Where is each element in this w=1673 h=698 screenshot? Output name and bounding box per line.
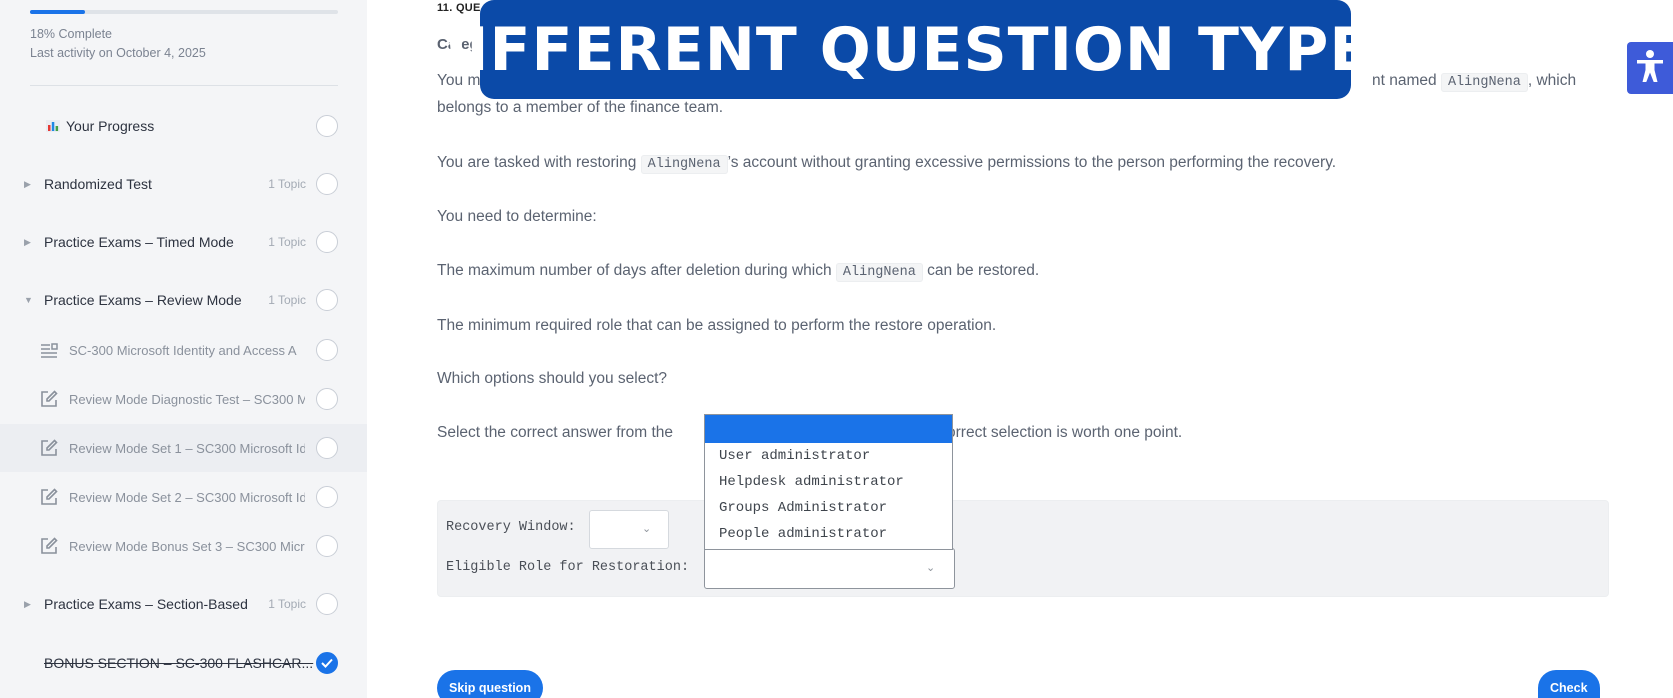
edit-icon	[40, 537, 58, 555]
title-banner: DIFFERENT QUESTION TYPES	[415, 0, 1415, 99]
sidebar-subitem-label: Review Mode Set 2 – SC300 Microsoft Id	[69, 489, 305, 505]
sidebar-section-label: Practice Exams – Section-Based	[44, 596, 248, 612]
sidebar-subitem[interactable]: Review Mode Diagnostic Test – SC300 M	[0, 375, 367, 423]
sidebar-subitem-label: Review Mode Set 1 – SC300 Microsoft Id	[69, 440, 305, 456]
question-paragraph-tail: orrect selection is worth one point.	[947, 424, 1183, 441]
dropdown-option[interactable]: User administrator	[705, 443, 952, 469]
lines-icon	[40, 341, 58, 359]
question-paragraph: The minimum required role that can be as…	[437, 317, 997, 334]
check-icon	[316, 652, 338, 674]
chevron-down-icon: ⌄	[926, 562, 936, 574]
code-inline: AlingNena	[1440, 73, 1528, 92]
question-paragraph: Which options should you select?	[437, 370, 668, 387]
caret-right-icon[interactable]: ▶	[24, 179, 36, 190]
topic-count: 1 Topic	[268, 235, 306, 249]
completion-circle	[316, 115, 338, 137]
sidebar-section-bonus[interactable]: BONUS SECTION – SC-300 FLASHCAR...	[0, 639, 367, 687]
banner-title: DIFFERENT QUESTION TYPES	[415, 14, 1416, 85]
sidebar-section-label: Practice Exams – Review Mode	[44, 292, 242, 308]
last-activity: Last activity on October 4, 2025	[30, 46, 206, 60]
sidebar-section-label: Randomized Test	[44, 176, 152, 192]
sidebar-subitem-label: Review Mode Bonus Set 3 – SC300 Micr	[69, 538, 305, 554]
sidebar-subitem-label: Review Mode Diagnostic Test – SC300 M	[69, 391, 305, 407]
sidebar-section-timed-mode[interactable]: ▶ Practice Exams – Timed Mode 1 Topic	[0, 218, 367, 266]
caret-right-icon[interactable]: ▶	[24, 599, 36, 610]
divider	[30, 85, 338, 86]
eligible-role-select[interactable]: ⌄	[704, 548, 955, 589]
sidebar-section-review-mode[interactable]: ▼ Practice Exams – Review Mode 1 Topic	[0, 276, 367, 324]
accessibility-icon	[1635, 49, 1665, 88]
completion-circle	[316, 231, 338, 253]
edit-icon	[40, 390, 58, 408]
progress-fill	[30, 10, 86, 14]
topic-count: 1 Topic	[268, 597, 306, 611]
caret-right-icon[interactable]: ▶	[24, 237, 36, 248]
recovery-window-select[interactable]: ⌄	[589, 510, 669, 549]
dropdown-option[interactable]: Groups Administrator	[705, 495, 952, 521]
progress-bar	[30, 10, 338, 14]
sidebar-subitem-label: SC-300 Microsoft Identity and Access A	[69, 342, 297, 358]
completion-circle	[316, 173, 338, 195]
dropdown-option-blank[interactable]	[705, 415, 952, 443]
completion-circle	[316, 289, 338, 311]
accessibility-button[interactable]	[1627, 42, 1673, 94]
sidebar-section-section-based[interactable]: ▶ Practice Exams – Section-Based 1 Topic	[0, 580, 367, 628]
dropdown-option[interactable]: Helpdesk administrator	[705, 469, 952, 495]
topic-count: 1 Topic	[268, 293, 306, 307]
code-inline: AlingNena	[640, 155, 728, 174]
topic-count: 1 Topic	[268, 177, 306, 191]
progress-percent: 18% Complete	[30, 27, 112, 41]
skip-question-button[interactable]: Skip question	[437, 670, 543, 698]
question-paragraph: You need to determine:	[437, 208, 597, 225]
sidebar-section-label: Practice Exams – Timed Mode	[44, 234, 234, 250]
sidebar-subitem[interactable]: Review Mode Bonus Set 3 – SC300 Micr	[0, 522, 367, 570]
completion-circle	[316, 339, 338, 361]
question-paragraph: You are tasked with restoring AlingNena’…	[437, 154, 1337, 174]
bar-chart-icon	[46, 119, 60, 132]
code-inline: AlingNena	[835, 263, 923, 282]
check-button[interactable]: Check	[1538, 670, 1600, 698]
question-paragraph: The maximum number of days after deletio…	[437, 262, 1040, 282]
sidebar-subitem[interactable]: SC-300 Microsoft Identity and Access A	[0, 326, 367, 374]
eligible-role-label: Eligible Role for Restoration:	[446, 560, 690, 575]
completion-circle	[316, 388, 338, 410]
caret-down-icon[interactable]: ▼	[24, 295, 36, 305]
question-paragraph: Select the correct answer from the	[437, 424, 674, 441]
sidebar-section-label: BONUS SECTION – SC-300 FLASHCAR...	[44, 655, 314, 671]
edit-icon	[40, 439, 58, 457]
sidebar-item-your-progress[interactable]: Your Progress	[0, 102, 367, 150]
completion-circle	[316, 437, 338, 459]
edit-icon	[40, 488, 58, 506]
sidebar-section-randomized-test[interactable]: ▶ Randomized Test 1 Topic	[0, 160, 367, 208]
completion-circle	[316, 593, 338, 615]
dropdown-option[interactable]: People administrator	[705, 521, 952, 547]
chevron-down-icon: ⌄	[642, 523, 652, 535]
course-sidebar: 18% Complete Last activity on October 4,…	[0, 0, 367, 698]
completion-circle	[316, 535, 338, 557]
sidebar-item-label: Your Progress	[66, 118, 155, 134]
sidebar-subitem[interactable]: Review Mode Set 2 – SC300 Microsoft Id	[0, 473, 367, 521]
role-dropdown-list: User administrator Helpdesk administrato…	[704, 414, 953, 550]
sidebar-subitem-active[interactable]: Review Mode Set 1 – SC300 Microsoft Id	[0, 424, 367, 472]
completion-circle	[316, 486, 338, 508]
recovery-window-label: Recovery Window:	[446, 520, 576, 535]
question-header: 11. QUE	[437, 2, 481, 14]
